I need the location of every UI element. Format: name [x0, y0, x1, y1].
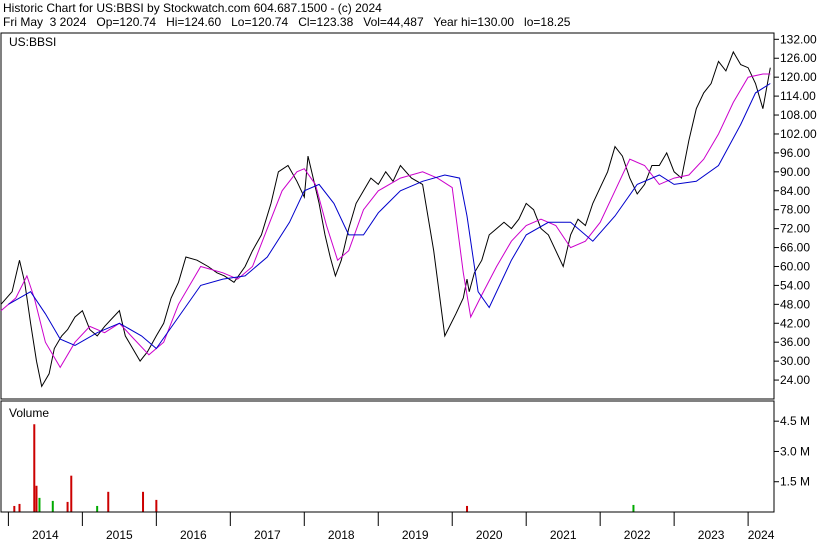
x-tick-label: 2016	[180, 528, 207, 542]
price-y-tick-label: 30.00	[780, 354, 810, 368]
x-axis: 2014 2015 2016 2017 2018 2019 2020 2021 2022 2023…	[1, 511, 775, 542]
volume-label: Volume	[9, 406, 49, 420]
volume-y-tick-label: 3.0 M	[780, 444, 810, 458]
x-tick-label: 2021	[550, 528, 577, 542]
x-tick-label: 2022	[624, 528, 651, 542]
price-y-tick-label: 90.00	[780, 165, 810, 179]
x-tick-label: 2024	[748, 528, 775, 542]
price-plot-frame	[0, 32, 775, 400]
price-y-tick-label: 66.00	[780, 241, 810, 255]
price-panel: US:BBSI 24.00 30.00 36.00 42.00 48.00 54.00 60…	[0, 32, 817, 400]
x-tick-label: 2020	[476, 528, 503, 542]
price-y-tick-label: 60.00	[780, 259, 810, 273]
x-tick-label: 2018	[328, 528, 355, 542]
volume-panel: Volume 1.5 M 3.0 M 4.5 M	[0, 400, 810, 513]
price-y-tick-label: 42.00	[780, 316, 810, 330]
chart-window: Historic Chart for US:BBSI by Stockwatch…	[0, 0, 830, 543]
volume-y-tick-label: 4.5 M	[780, 414, 810, 428]
price-y-tick-label: 24.00	[780, 373, 810, 387]
price-volume-chart: US:BBSI 24.00 30.00 36.00 42.00 48.00 54.00 60…	[0, 32, 817, 542]
volume-y-tick-label: 1.5 M	[780, 475, 810, 489]
symbol-label: US:BBSI	[9, 35, 56, 49]
price-y-tick-label: 84.00	[780, 184, 810, 198]
price-y-axis: 24.00 30.00 36.00 42.00 48.00 54.00 60.00 66.00…	[774, 32, 817, 387]
price-y-tick-label: 132.00	[780, 32, 817, 46]
price-y-tick-label: 78.00	[780, 203, 810, 217]
x-tick-label: 2014	[32, 528, 59, 542]
price-y-tick-label: 126.00	[780, 51, 817, 65]
volume-y-axis: 1.5 M 3.0 M 4.5 M	[774, 414, 810, 489]
price-y-tick-label: 36.00	[780, 335, 810, 349]
price-y-tick-label: 54.00	[780, 278, 810, 292]
price-y-tick-label: 120.00	[780, 70, 817, 84]
x-tick-label: 2017	[254, 528, 281, 542]
price-y-tick-label: 102.00	[780, 127, 817, 141]
x-tick-label: 2023	[698, 528, 725, 542]
price-y-tick-label: 114.00	[780, 89, 816, 103]
price-y-tick-label: 48.00	[780, 297, 810, 311]
price-y-tick-label: 96.00	[780, 146, 810, 160]
volume-plot-frame	[0, 400, 775, 513]
x-tick-label: 2019	[402, 528, 429, 542]
price-y-tick-label: 72.00	[780, 222, 810, 236]
price-y-tick-label: 108.00	[780, 108, 817, 122]
x-tick-label: 2015	[106, 528, 133, 542]
